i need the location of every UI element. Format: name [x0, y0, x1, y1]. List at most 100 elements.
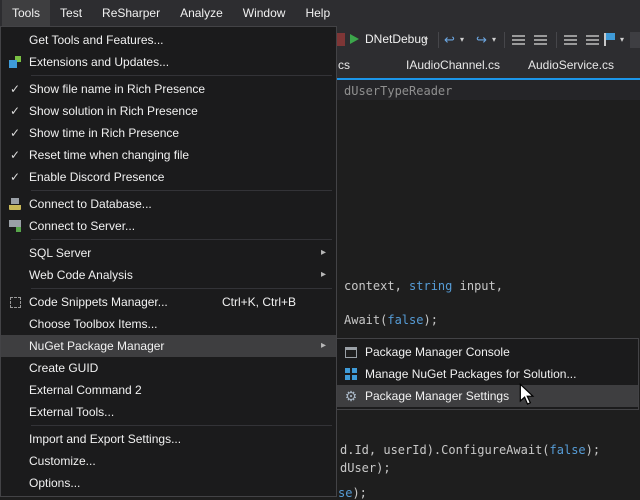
menubar-item-analyze[interactable]: Analyze — [170, 0, 233, 26]
menu-item-connect-to-server[interactable]: Connect to Server... — [1, 215, 336, 237]
code-segment: ); — [586, 443, 600, 457]
menu-item-code-snippets-manager[interactable]: Code Snippets Manager...Ctrl+K, Ctrl+B — [1, 291, 336, 313]
code-segment: dUser); — [340, 461, 391, 475]
menu-item-show-time-in-rich-presence[interactable]: ✓Show time in Rich Presence — [1, 122, 336, 144]
menu-item-create-guid[interactable]: Create GUID — [1, 357, 336, 379]
menu-item-package-manager-console[interactable]: Package Manager Console — [337, 341, 638, 363]
menu-item-label: Get Tools and Features... — [29, 33, 336, 47]
code-line: d.Id, userId).ConfigureAwait(false); — [340, 443, 600, 457]
menu-item-external-command-2[interactable]: External Command 2 — [1, 379, 336, 401]
submenu-arrow-icon: ▸ — [321, 248, 326, 258]
code-segment: false — [550, 443, 586, 457]
menu-item-label: Options... — [29, 476, 336, 490]
toolbar-separator — [438, 32, 439, 48]
code-line: Await(false); — [344, 313, 438, 327]
menu-gutter — [1, 297, 29, 308]
menu-item-label: Package Manager Console — [365, 345, 638, 359]
menu-item-label: Connect to Server... — [29, 219, 336, 233]
debug-target-label[interactable]: DNetDebug — [365, 26, 428, 53]
gear-icon — [344, 389, 358, 403]
menu-item-label: Choose Toolbox Items... — [29, 317, 336, 331]
menu-item-label: Extensions and Updates... — [29, 55, 336, 69]
navigate-backward-caret-icon[interactable]: ▾ — [460, 26, 464, 53]
menubar-item-tools[interactable]: Tools — [2, 0, 50, 26]
nuget-submenu-list: Package Manager Console Manage NuGet Pack… — [337, 341, 638, 407]
menu-separator — [31, 288, 332, 289]
unindent-icon[interactable] — [534, 35, 547, 45]
tab-audioservice[interactable]: AudioService.cs — [520, 53, 622, 78]
menu-item-enable-discord-presence[interactable]: ✓Enable Discord Presence — [1, 166, 336, 188]
menubar: ToolsTestReSharperAnalyzeWindowHelp — [0, 0, 640, 26]
navigate-backward-icon[interactable]: ↩ — [444, 32, 455, 47]
menu-item-label: External Command 2 — [29, 383, 336, 397]
menu-gutter — [1, 56, 29, 68]
code-segment: context, — [344, 279, 409, 293]
menu-item-nuget-package-manager[interactable]: NuGet Package Manager▸ — [1, 335, 336, 357]
menu-item-reset-time-when-changing-file[interactable]: ✓Reset time when changing file — [1, 144, 336, 166]
menu-item-extensions-and-updates[interactable]: Extensions and Updates... — [1, 51, 336, 73]
menu-item-external-tools[interactable]: External Tools... — [1, 401, 336, 423]
menu-item-label: Reset time when changing file — [29, 148, 336, 162]
database-icon — [9, 198, 21, 210]
code-line: dUserTypeReader — [344, 84, 452, 98]
toolbar-partial-icon[interactable] — [336, 33, 345, 46]
debug-target-caret-icon[interactable]: ▾ — [424, 26, 428, 53]
menu-item-label: Show solution in Rich Presence — [29, 104, 336, 118]
tools-menu: Get Tools and Features... Extensions and … — [0, 26, 337, 497]
menu-separator — [31, 75, 332, 76]
menu-item-label: Connect to Database... — [29, 197, 336, 211]
code-line: dUser); — [340, 461, 391, 475]
code-line: se); — [338, 486, 367, 500]
checkmark-icon: ✓ — [1, 104, 29, 118]
toolbar-separator — [504, 32, 505, 48]
code-segment: input, — [452, 279, 503, 293]
menu-gutter — [337, 347, 365, 358]
checkmark-icon: ✓ — [1, 148, 29, 162]
menubar-item-help[interactable]: Help — [295, 0, 340, 26]
menu-item-import-and-export-settings[interactable]: Import and Export Settings... — [1, 428, 336, 450]
submenu-arrow-icon: ▸ — [321, 341, 326, 351]
menu-item-label: Create GUID — [29, 361, 336, 375]
code-segment: ); — [423, 313, 437, 327]
navigate-forward-caret-icon[interactable]: ▾ — [492, 26, 496, 53]
menu-item-choose-toolbox-items[interactable]: Choose Toolbox Items... — [1, 313, 336, 335]
menu-item-get-tools-and-features[interactable]: Get Tools and Features... — [1, 29, 336, 51]
menu-item-sql-server[interactable]: SQL Server▸ — [1, 242, 336, 264]
tab-iaudiochannel[interactable]: IAudioChannel.cs — [398, 53, 508, 78]
start-debugging-icon[interactable] — [350, 34, 359, 44]
indent-icon[interactable] — [512, 35, 525, 45]
menu-item-label: Code Snippets Manager... — [29, 295, 222, 309]
menu-item-show-file-name-in-rich-presence[interactable]: ✓Show file name in Rich Presence — [1, 78, 336, 100]
menu-separator — [31, 425, 332, 426]
console-icon — [345, 347, 357, 358]
server-icon — [9, 220, 21, 232]
bookmark-icon[interactable] — [604, 33, 606, 46]
uncomment-icon[interactable] — [586, 35, 599, 45]
navigate-forward-icon[interactable]: ↪ — [476, 32, 487, 47]
menu-item-manage-nuget-packages-for-solution[interactable]: Manage NuGet Packages for Solution... — [337, 363, 638, 385]
comment-icon[interactable] — [564, 35, 577, 45]
tools-menu-list: Get Tools and Features... Extensions and … — [1, 29, 336, 494]
menu-item-label: External Tools... — [29, 405, 336, 419]
menu-item-label: Manage NuGet Packages for Solution... — [365, 367, 638, 381]
menu-item-label: Show file name in Rich Presence — [29, 82, 336, 96]
menu-item-connect-to-database[interactable]: Connect to Database... — [1, 193, 336, 215]
menu-item-customize[interactable]: Customize... — [1, 450, 336, 472]
nuget-icon — [345, 368, 357, 380]
menu-gutter — [1, 220, 29, 232]
menu-item-options[interactable]: Options... — [1, 472, 336, 494]
code-segment: ); — [352, 486, 366, 500]
menu-item-show-solution-in-rich-presence[interactable]: ✓Show solution in Rich Presence — [1, 100, 336, 122]
checkmark-icon: ✓ — [1, 126, 29, 140]
bookmark-caret-icon[interactable]: ▾ — [620, 26, 624, 53]
menu-item-label: Package Manager Settings — [365, 389, 638, 403]
menubar-item-window[interactable]: Window — [233, 0, 296, 26]
menu-item-web-code-analysis[interactable]: Web Code Analysis▸ — [1, 264, 336, 286]
checkmark-icon: ✓ — [1, 170, 29, 184]
menubar-item-resharper[interactable]: ReSharper — [92, 0, 170, 26]
menu-separator — [31, 190, 332, 191]
menu-item-package-manager-settings[interactable]: Package Manager Settings — [337, 385, 638, 407]
menubar-item-test[interactable]: Test — [50, 0, 92, 26]
toolbar-overflow-button[interactable] — [630, 32, 640, 48]
extensions-icon — [9, 56, 21, 68]
